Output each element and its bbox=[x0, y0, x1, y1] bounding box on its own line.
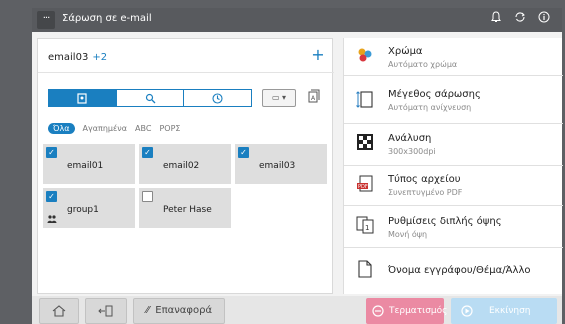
setting-title: Μέγεθος σάρωσης bbox=[388, 89, 481, 100]
filter-favorites[interactable]: Αγαπημένα bbox=[83, 124, 128, 133]
history-tab[interactable] bbox=[183, 90, 251, 106]
reset-button[interactable]: ⁄⁄ Επαναφορά bbox=[133, 298, 225, 324]
home-button[interactable] bbox=[39, 298, 79, 324]
tile-label: email03 bbox=[259, 161, 296, 171]
more-count: +2 bbox=[92, 52, 108, 63]
settings-panel: Χρώμα Αυτόματο χρώμα Μέγεθος σάρωσης Αυτ… bbox=[343, 38, 563, 294]
setting-title: Χρώμα bbox=[388, 46, 423, 57]
setting-value: Μονή όψη bbox=[388, 230, 428, 239]
duplex-icon: 1 bbox=[354, 216, 376, 238]
filter-abc[interactable]: ABC bbox=[135, 124, 151, 133]
tile-label: group1 bbox=[67, 205, 99, 215]
setting-title: Ρυθμίσεις διπλής όψης bbox=[388, 216, 502, 227]
view-dropdown[interactable]: ▭ ▾ bbox=[262, 89, 296, 107]
page-title: Σάρωση σε e-mail bbox=[62, 13, 152, 24]
filter-bar: Όλα Αγαπημένα ABC ΡΟΡΣ bbox=[48, 121, 180, 135]
add-address-button[interactable]: + bbox=[308, 46, 328, 66]
back-button[interactable] bbox=[85, 298, 127, 324]
checked-icon: ✓ bbox=[238, 147, 249, 158]
address-mode-tabs bbox=[48, 89, 252, 107]
svg-text:PDF: PDF bbox=[358, 184, 368, 190]
address-tile[interactable]: ✓ group1 bbox=[43, 188, 135, 228]
start-label: Εκκίνηση bbox=[489, 306, 531, 316]
sort-icon[interactable]: A bbox=[304, 89, 324, 109]
checked-icon: ✓ bbox=[46, 147, 57, 158]
start-button[interactable]: Εκκίνηση bbox=[451, 298, 557, 324]
address-tile[interactable]: ✓ email01 bbox=[43, 144, 135, 184]
title-bar: ··· Σάρωση σε e-mail bbox=[32, 8, 562, 32]
reset-label: Επαναφορά bbox=[155, 305, 213, 316]
group-icon bbox=[47, 215, 57, 225]
pdf-icon: PDF bbox=[354, 175, 376, 197]
resolution-setting[interactable]: Ανάλυση 300x300dpi bbox=[344, 124, 563, 166]
duplex-setting[interactable]: 1 Ρυθμίσεις διπλής όψης Μονή όψη bbox=[344, 206, 563, 248]
setting-value: Συνεπτυγμένο PDF bbox=[388, 188, 463, 197]
tile-label: email01 bbox=[67, 161, 104, 171]
search-tab[interactable] bbox=[115, 90, 184, 106]
svg-text:1: 1 bbox=[365, 224, 369, 232]
bell-icon[interactable] bbox=[487, 11, 505, 29]
document-icon bbox=[354, 260, 376, 282]
file-type-setting[interactable]: PDF Τύπος αρχείου Συνεπτυγμένο PDF bbox=[344, 166, 563, 206]
setting-title: Τύπος αρχείου bbox=[388, 174, 461, 185]
address-book-tab[interactable] bbox=[49, 90, 116, 106]
filter-other[interactable]: ΡΟΡΣ bbox=[159, 124, 180, 133]
bottom-bar: ⁄⁄ Επαναφορά Τερματισμός Εκκίνηση bbox=[32, 296, 562, 324]
checked-icon: ✓ bbox=[142, 147, 153, 158]
address-field[interactable]: email03 +2 + bbox=[38, 39, 334, 73]
filter-all[interactable]: Όλα bbox=[48, 122, 75, 134]
address-tile[interactable]: Peter Hase bbox=[139, 188, 231, 228]
tile-label: Peter Hase bbox=[163, 205, 212, 215]
setting-title: Όνομα εγγράφου/Θέμα/Άλλο bbox=[388, 265, 531, 276]
scan-size-icon bbox=[354, 89, 376, 111]
reset-icon: ⁄⁄ bbox=[145, 305, 150, 316]
checked-icon: ✓ bbox=[46, 191, 57, 202]
document-name-setting[interactable]: Όνομα εγγράφου/Θέμα/Άλλο bbox=[344, 248, 563, 294]
destination-panel: email03 +2 + ▭ ▾ A Όλα Αγαπημένα ABC ΡΟΡΣ bbox=[37, 38, 334, 294]
menu-button[interactable]: ··· bbox=[37, 11, 55, 29]
setting-title: Ανάλυση bbox=[388, 133, 432, 144]
app-window: ··· Σάρωση σε e-mail email03 +2 + ▭ ▾ A … bbox=[32, 8, 563, 324]
current-address: email03 bbox=[48, 52, 89, 63]
home-icon bbox=[52, 305, 66, 317]
svg-text:A: A bbox=[311, 95, 316, 102]
unchecked-icon bbox=[142, 191, 153, 202]
address-tile[interactable]: ✓ email02 bbox=[139, 144, 231, 184]
resolution-icon bbox=[354, 133, 376, 156]
start-icon bbox=[461, 305, 473, 317]
color-setting[interactable]: Χρώμα Αυτόματο χρώμα bbox=[344, 38, 563, 76]
setting-value: Αυτόματο χρώμα bbox=[388, 60, 458, 69]
address-tile[interactable]: ✓ email03 bbox=[235, 144, 327, 184]
scan-size-setting[interactable]: Μέγεθος σάρωσης Αυτόματη ανίχνευση bbox=[344, 76, 563, 124]
stop-button[interactable]: Τερματισμός bbox=[366, 298, 448, 324]
refresh-icon[interactable] bbox=[511, 11, 529, 29]
stop-icon bbox=[372, 305, 384, 317]
info-icon[interactable] bbox=[535, 11, 553, 29]
tile-label: email02 bbox=[163, 161, 200, 171]
selected-addresses: email03 +2 bbox=[48, 52, 107, 63]
back-icon bbox=[98, 305, 113, 317]
setting-value: Αυτόματη ανίχνευση bbox=[388, 103, 472, 112]
stop-label: Τερματισμός bbox=[389, 306, 448, 316]
color-icon bbox=[354, 46, 376, 68]
setting-value: 300x300dpi bbox=[388, 147, 436, 156]
